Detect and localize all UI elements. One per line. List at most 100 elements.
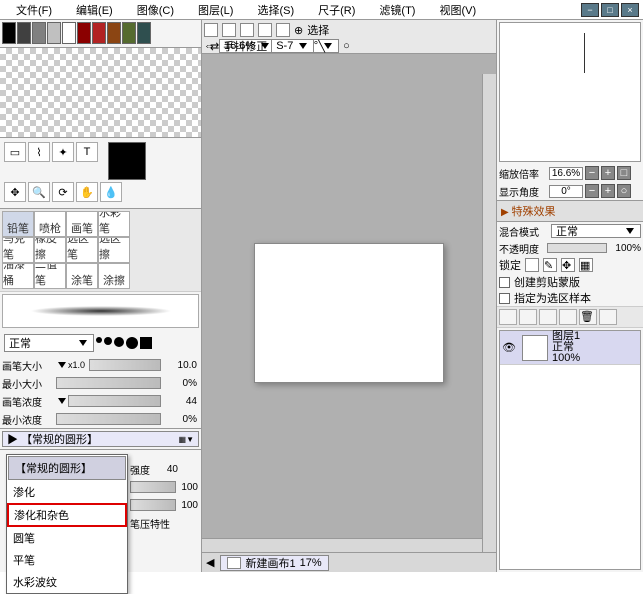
extra-slider[interactable] xyxy=(130,499,176,511)
swatch[interactable] xyxy=(122,22,136,44)
zoom-fit-button[interactable]: □ xyxy=(617,166,631,180)
reset-angle-icon[interactable]: ○ xyxy=(343,40,350,52)
merge-button[interactable] xyxy=(599,309,617,325)
close-button[interactable]: × xyxy=(621,3,639,17)
swatch[interactable] xyxy=(92,22,106,44)
dropdown-item[interactable]: 圆笔 xyxy=(7,527,127,549)
menu-select[interactable]: 选择(S) xyxy=(245,2,306,18)
wand-tool[interactable]: ✦ xyxy=(52,142,74,162)
minsize-slider[interactable] xyxy=(56,377,161,389)
new-layer-button[interactable] xyxy=(499,309,517,325)
brush-pencil[interactable]: 铅笔 xyxy=(2,211,34,237)
clear-button[interactable] xyxy=(559,309,577,325)
brush-marker[interactable]: 马克笔 xyxy=(2,237,34,263)
foreground-color[interactable] xyxy=(108,142,146,180)
menu-edit[interactable]: 编辑(E) xyxy=(64,2,125,18)
lock-move-icon[interactable]: ✥ xyxy=(561,258,575,272)
swatch[interactable] xyxy=(137,22,151,44)
dropdown-item[interactable]: 平笔 xyxy=(7,549,127,571)
document-tab[interactable]: 新建画布1 17% xyxy=(220,555,328,571)
density-slider[interactable] xyxy=(68,395,161,407)
brush-shape-combo[interactable]: ▶ 【常规的圆形】▦▼ xyxy=(2,431,199,447)
layer-blend-combo[interactable]: 正常 xyxy=(551,224,641,238)
brush-brush[interactable]: 画笔 xyxy=(66,211,98,237)
brush-smudge-erase[interactable]: 涂擦 xyxy=(98,263,130,289)
maximize-button[interactable]: □ xyxy=(601,3,619,17)
lock-paint-icon[interactable]: ✎ xyxy=(543,258,557,272)
brush-bucket[interactable]: 油漆桶 xyxy=(2,263,34,289)
angle-value[interactable]: 0° xyxy=(549,185,583,198)
opt-btn[interactable] xyxy=(258,23,272,37)
brush-selpen[interactable]: 选区笔 xyxy=(66,237,98,263)
zoom-in-button[interactable]: + xyxy=(601,166,615,180)
canvas-area[interactable] xyxy=(202,74,496,552)
line-icon[interactable]: ╲ xyxy=(318,40,325,53)
menu-layer[interactable]: 图层(L) xyxy=(186,2,245,18)
navigator[interactable] xyxy=(499,22,641,162)
dropdown-item[interactable]: 渗化 xyxy=(7,481,127,503)
menu-file[interactable]: 文件(F) xyxy=(4,2,64,18)
opacity-slider[interactable] xyxy=(547,243,607,253)
lasso-tool[interactable]: ⌇ xyxy=(28,142,50,162)
menu-image[interactable]: 图像(C) xyxy=(125,2,186,18)
minimize-button[interactable]: − xyxy=(581,3,599,17)
delete-layer-button[interactable]: 🗑 xyxy=(579,309,597,325)
horizontal-scrollbar[interactable] xyxy=(202,538,482,552)
swatch[interactable] xyxy=(77,22,91,44)
new-group-button[interactable] xyxy=(519,309,537,325)
fx-header[interactable]: ▶ 特殊效果 xyxy=(497,200,643,222)
swatch[interactable] xyxy=(47,22,61,44)
blend-mode-combo[interactable]: 正常 xyxy=(4,334,94,352)
brush-binary[interactable]: 二值笔 xyxy=(34,263,66,289)
opt-btn[interactable] xyxy=(204,23,218,37)
move-tool[interactable]: ✥ xyxy=(4,182,26,202)
clip-checkbox[interactable] xyxy=(499,277,510,288)
stabilizer-combo[interactable]: S-7 xyxy=(271,39,314,53)
menu-ruler[interactable]: 尺子(R) xyxy=(306,2,367,18)
layer-item[interactable]: 👁 图层1 正常 100% xyxy=(500,331,640,365)
swatch[interactable] xyxy=(32,22,46,44)
lock-pixels-icon[interactable] xyxy=(525,258,539,272)
rotate-tool[interactable]: ⟳ xyxy=(52,182,74,202)
brush-selerase[interactable]: 选区擦 xyxy=(98,237,130,263)
text-tool[interactable]: T xyxy=(76,142,98,162)
size-slider[interactable] xyxy=(89,359,161,371)
menu-view[interactable]: 视图(V) xyxy=(427,2,488,18)
vertical-scrollbar[interactable] xyxy=(482,74,496,552)
tab-prev-icon[interactable]: ◀ xyxy=(206,556,214,569)
visibility-icon[interactable]: 👁 xyxy=(500,341,518,354)
assel-checkbox[interactable] xyxy=(499,293,510,304)
extra-slider[interactable] xyxy=(130,481,176,493)
hand-tool[interactable]: ✋ xyxy=(76,182,98,202)
dropdown-item[interactable]: 水彩波纹 xyxy=(7,571,127,593)
zoom-out-button[interactable]: − xyxy=(585,166,599,180)
mindensity-slider[interactable] xyxy=(56,413,161,425)
angle-reset-button[interactable]: ○ xyxy=(617,184,631,198)
size-menu-icon[interactable] xyxy=(58,362,66,368)
swatch[interactable] xyxy=(62,22,76,44)
density-menu-icon[interactable] xyxy=(58,398,66,404)
angle-cw-button[interactable]: + xyxy=(601,184,615,198)
angle-ccw-button[interactable]: − xyxy=(585,184,599,198)
lock-all-icon[interactable]: ▦ xyxy=(579,258,593,272)
swatch[interactable] xyxy=(107,22,121,44)
canvas[interactable] xyxy=(254,243,444,383)
zoom-tool[interactable]: 🔍 xyxy=(28,182,50,202)
swatch[interactable] xyxy=(2,22,16,44)
opt-btn[interactable] xyxy=(222,23,236,37)
brush-airbrush[interactable]: 喷枪 xyxy=(34,211,66,237)
opt-btn[interactable] xyxy=(240,23,254,37)
menu-filter[interactable]: 滤镜(T) xyxy=(367,2,427,18)
brush-size-dots[interactable] xyxy=(96,337,152,349)
dropdown-item-highlighted[interactable]: 渗化和杂色 xyxy=(7,503,127,527)
zoom-value[interactable]: 16.6% xyxy=(549,167,583,180)
brush-eraser[interactable]: 橡皮擦 xyxy=(34,237,66,263)
scratchpad[interactable] xyxy=(0,48,201,138)
mask-button[interactable] xyxy=(539,309,557,325)
dropdown-current[interactable]: 【常规的圆形】 xyxy=(8,456,126,480)
brush-smudge[interactable]: 涂笔 xyxy=(66,263,98,289)
swatch[interactable] xyxy=(17,22,31,44)
brush-watercolor[interactable]: 水彩笔 xyxy=(98,211,130,237)
rect-select-tool[interactable]: ▭ xyxy=(4,142,26,162)
opt-btn[interactable] xyxy=(276,23,290,37)
